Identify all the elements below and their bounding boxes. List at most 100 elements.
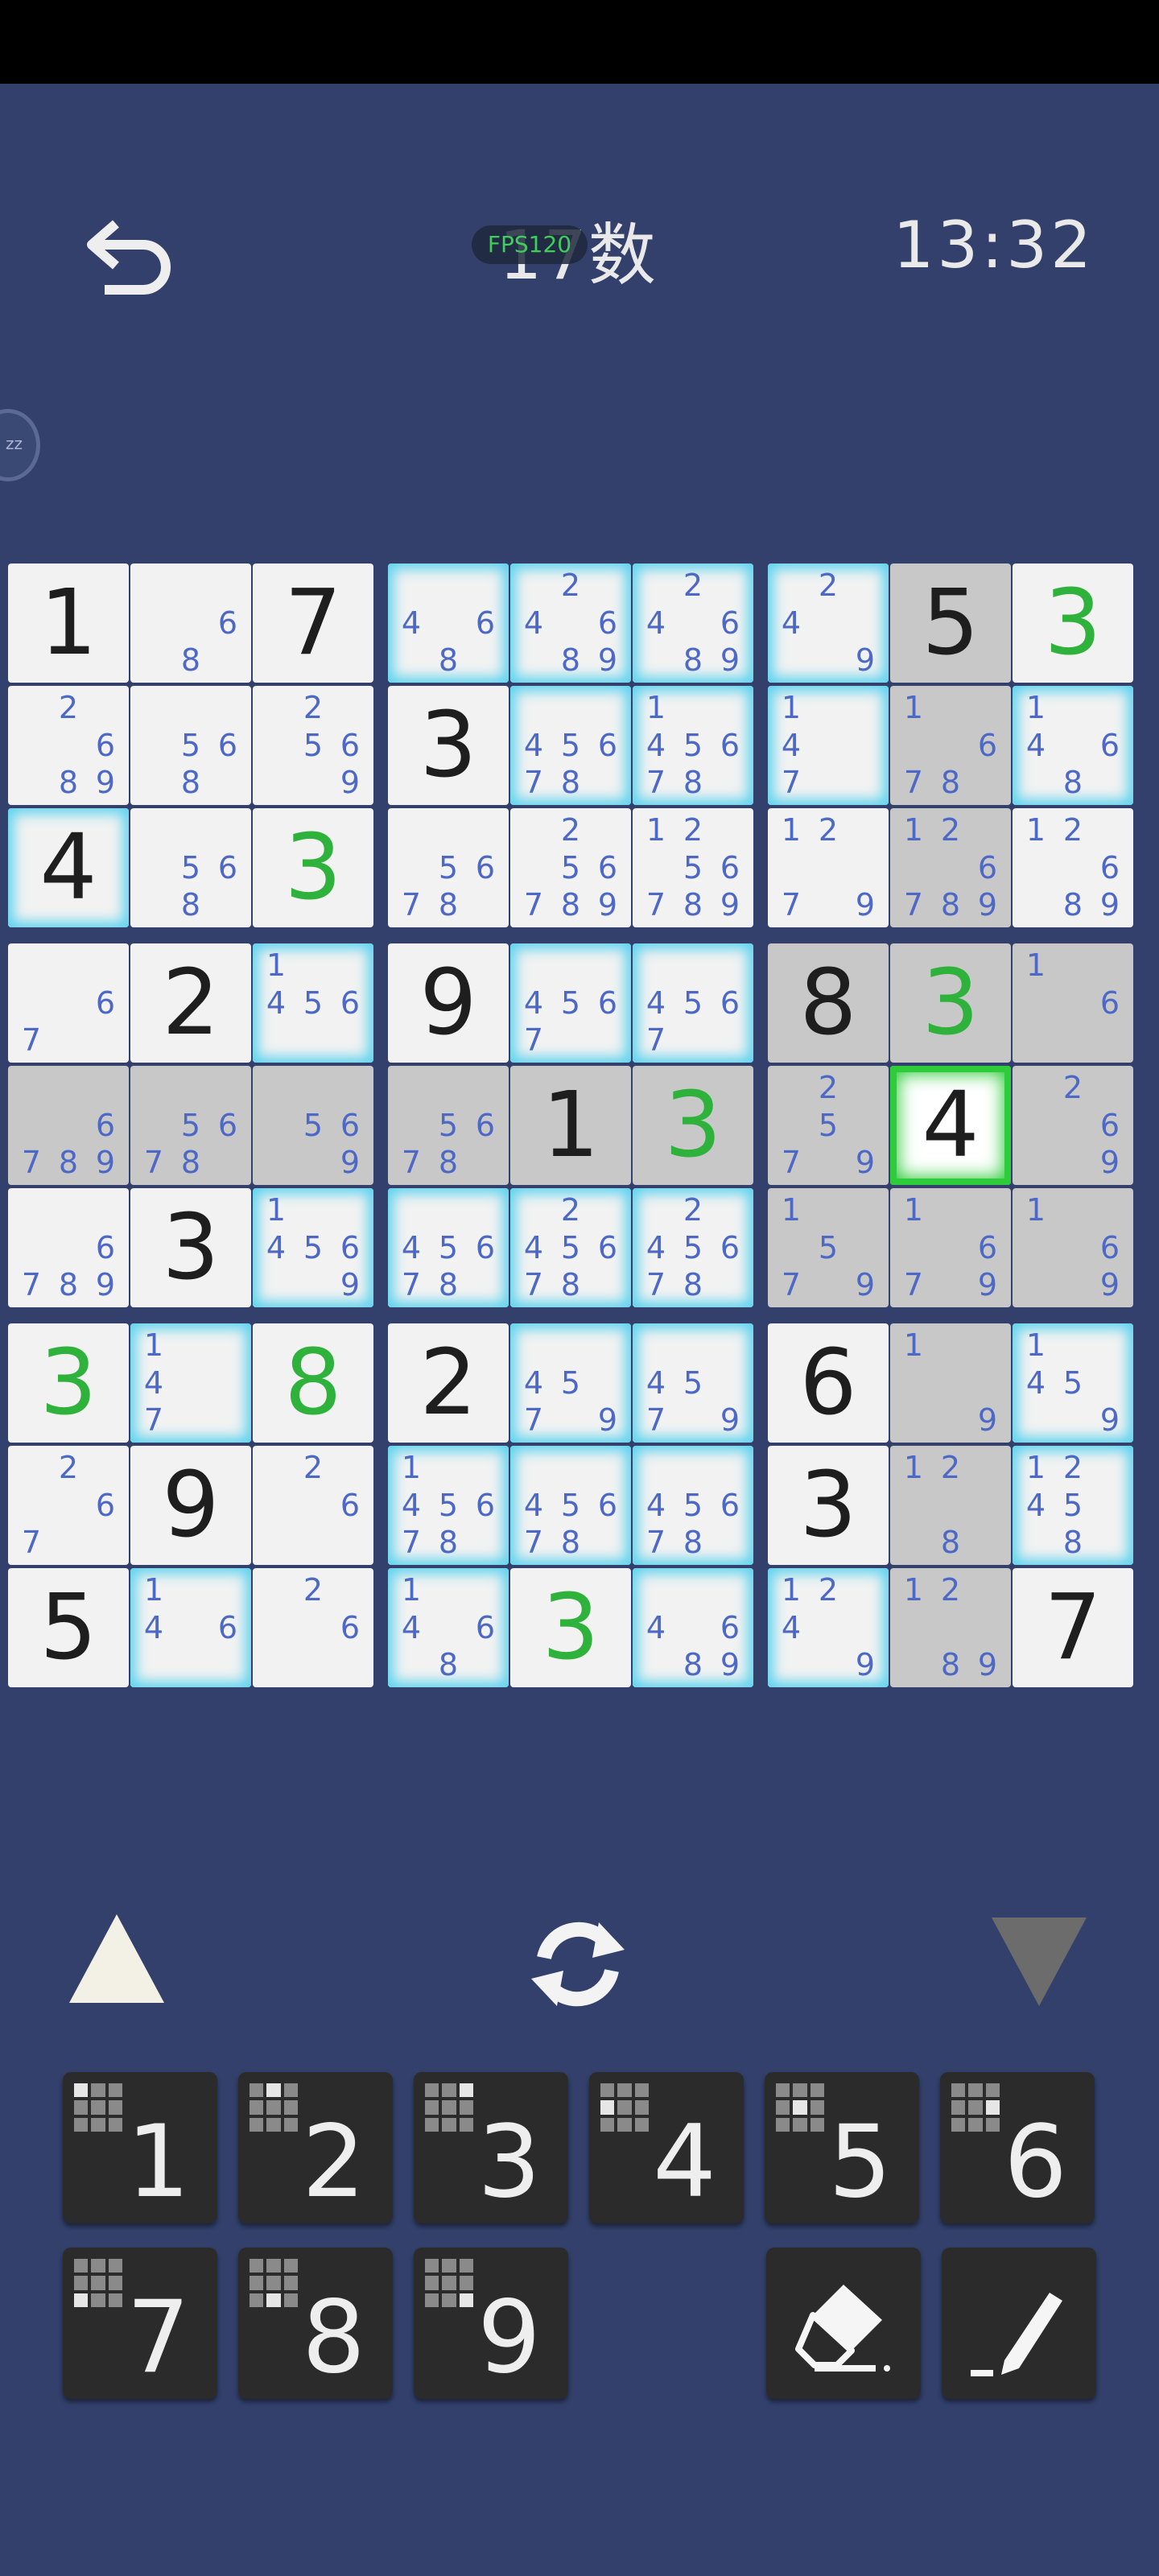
cell-r1c7[interactable]: 24 9 xyxy=(768,564,889,683)
cell-r5c3[interactable]: 569 xyxy=(253,1066,373,1185)
previous-button[interactable] xyxy=(64,1908,169,2013)
cell-r7c3[interactable]: 8 xyxy=(253,1323,373,1443)
cell-r3c3[interactable]: 3 xyxy=(253,808,373,927)
cell-r8c5[interactable]: 456 78 xyxy=(510,1446,631,1565)
cell-r1c2[interactable]: 68 xyxy=(130,564,251,683)
digit-9-button[interactable]: 9 xyxy=(414,2248,568,2399)
cell-r2c5[interactable]: 456 78 xyxy=(510,686,631,805)
cell-r8c2[interactable]: 9 xyxy=(130,1446,251,1565)
next-button[interactable] xyxy=(987,1908,1091,2013)
cell-r1c8[interactable]: 5 xyxy=(890,564,1011,683)
digit-4-button[interactable]: 4 xyxy=(589,2072,744,2223)
digit-1-button[interactable]: 1 xyxy=(63,2072,217,2223)
cell-r2c1[interactable]: 2689 xyxy=(8,686,129,805)
cell-r7c9[interactable]: 1459 xyxy=(1013,1323,1133,1443)
cell-r5c8[interactable]: 4 xyxy=(890,1066,1011,1185)
cell-r1c5[interactable]: 24 689 xyxy=(510,564,631,683)
cell-r4c2[interactable]: 2 xyxy=(130,943,251,1063)
cell-r7c1[interactable]: 3 xyxy=(8,1323,129,1443)
cell-r5c7[interactable]: 257 9 xyxy=(768,1066,889,1185)
cell-r7c7[interactable]: 6 xyxy=(768,1323,889,1443)
cell-r3c1[interactable]: 4 xyxy=(8,808,129,927)
cell-r7c6[interactable]: 457 9 xyxy=(633,1323,753,1443)
cell-r4c4[interactable]: 9 xyxy=(388,943,509,1063)
cell-r8c4[interactable]: 1456 78 xyxy=(388,1446,509,1565)
digit-6-button[interactable]: 6 xyxy=(940,2072,1095,2223)
cell-r4c6[interactable]: 456 7 xyxy=(633,943,753,1063)
cell-r1c4[interactable]: 4 68 xyxy=(388,564,509,683)
cell-r5c6[interactable]: 3 xyxy=(633,1066,753,1185)
refresh-button[interactable] xyxy=(522,1908,634,2021)
cell-r2c2[interactable]: 568 xyxy=(130,686,251,805)
cell-r3c4[interactable]: 56 78 xyxy=(388,808,509,927)
cell-r4c1[interactable]: 67 xyxy=(8,943,129,1063)
cell-r6c1[interactable]: 6 789 xyxy=(8,1188,129,1307)
digit-7-button[interactable]: 7 xyxy=(63,2248,217,2399)
cell-r5c5[interactable]: 1 xyxy=(510,1066,631,1185)
cell-r9c7[interactable]: 124 9 xyxy=(768,1568,889,1687)
eraser-button[interactable] xyxy=(766,2248,921,2399)
note-digit xyxy=(50,1069,87,1107)
cell-r9c2[interactable]: 14 6 xyxy=(130,1568,251,1687)
cell-r2c7[interactable]: 147 xyxy=(768,686,889,805)
cell-r4c5[interactable]: 456 7 xyxy=(510,943,631,1063)
cell-r6c9[interactable]: 1 69 xyxy=(1013,1188,1133,1307)
cell-r5c4[interactable]: 56 78 xyxy=(388,1066,509,1185)
cell-r3c2[interactable]: 568 xyxy=(130,808,251,927)
cell-r2c8[interactable]: 1678 xyxy=(890,686,1011,805)
cell-r8c3[interactable]: 26 xyxy=(253,1446,373,1565)
cell-r5c9[interactable]: 269 xyxy=(1013,1066,1133,1185)
cell-r3c6[interactable]: 1256 789 xyxy=(633,808,753,927)
cell-r9c9[interactable]: 7 xyxy=(1013,1568,1133,1687)
cell-r6c2[interactable]: 3 xyxy=(130,1188,251,1307)
cell-r4c9[interactable]: 16 xyxy=(1013,943,1133,1063)
cell-r9c8[interactable]: 12 89 xyxy=(890,1568,1011,1687)
cell-r9c1[interactable]: 5 xyxy=(8,1568,129,1687)
mini-grid-icon xyxy=(425,2259,473,2307)
cell-r3c9[interactable]: 12689 xyxy=(1013,808,1133,927)
cell-r6c6[interactable]: 2456 78 xyxy=(633,1188,753,1307)
cell-r9c5[interactable]: 3 xyxy=(510,1568,631,1687)
cell-r1c1[interactable]: 1 xyxy=(8,564,129,683)
cell-r8c1[interactable]: 26 7 xyxy=(8,1446,129,1565)
note-digit: 5 xyxy=(560,1364,581,1401)
cell-r9c3[interactable]: 26 xyxy=(253,1568,373,1687)
cell-r9c6[interactable]: 4 689 xyxy=(633,1568,753,1687)
cell-r3c5[interactable]: 256 789 xyxy=(510,808,631,927)
back-button[interactable] xyxy=(80,216,177,296)
cell-r6c3[interactable]: 14569 xyxy=(253,1188,373,1307)
digit-8-button[interactable]: 8 xyxy=(238,2248,393,2399)
cell-r3c8[interactable]: 126 789 xyxy=(890,808,1011,927)
cell-r1c6[interactable]: 24 689 xyxy=(633,564,753,683)
cell-r4c7[interactable]: 8 xyxy=(768,943,889,1063)
cell-r1c3[interactable]: 7 xyxy=(253,564,373,683)
cell-r2c6[interactable]: 1456 78 xyxy=(633,686,753,805)
cell-r8c8[interactable]: 12 8 xyxy=(890,1446,1011,1565)
cell-r6c7[interactable]: 1579 xyxy=(768,1188,889,1307)
cell-r5c1[interactable]: 6 789 xyxy=(8,1066,129,1185)
cell-r2c3[interactable]: 2569 xyxy=(253,686,373,805)
cell-r6c5[interactable]: 2456 78 xyxy=(510,1188,631,1307)
pencil-button[interactable] xyxy=(942,2248,1096,2399)
cell-r7c4[interactable]: 2 xyxy=(388,1323,509,1443)
cell-r4c3[interactable]: 1456 xyxy=(253,943,373,1063)
digit-2-button[interactable]: 2 xyxy=(238,2072,393,2223)
digit-3-button[interactable]: 3 xyxy=(414,2072,568,2223)
cell-r3c7[interactable]: 12 7 9 xyxy=(768,808,889,927)
cell-r6c4[interactable]: 456 78 xyxy=(388,1188,509,1307)
cell-r7c2[interactable]: 147 xyxy=(130,1323,251,1443)
cell-r4c8[interactable]: 3 xyxy=(890,943,1011,1063)
cell-r2c9[interactable]: 14 68 xyxy=(1013,686,1133,805)
cell-r5c2[interactable]: 56 78 xyxy=(130,1066,251,1185)
cell-r8c9[interactable]: 12458 xyxy=(1013,1446,1133,1565)
cell-r1c9[interactable]: 3 xyxy=(1013,564,1133,683)
cell-r2c4[interactable]: 3 xyxy=(388,686,509,805)
digit-5-button[interactable]: 5 xyxy=(765,2072,919,2223)
cell-r8c7[interactable]: 3 xyxy=(768,1446,889,1565)
cell-r6c8[interactable]: 1679 xyxy=(890,1188,1011,1307)
cell-r9c4[interactable]: 14 68 xyxy=(388,1568,509,1687)
floating-bubble-button[interactable]: zz xyxy=(0,409,40,481)
cell-r8c6[interactable]: 456 78 xyxy=(633,1446,753,1565)
cell-r7c5[interactable]: 457 9 xyxy=(510,1323,631,1443)
cell-r7c8[interactable]: 19 xyxy=(890,1323,1011,1443)
